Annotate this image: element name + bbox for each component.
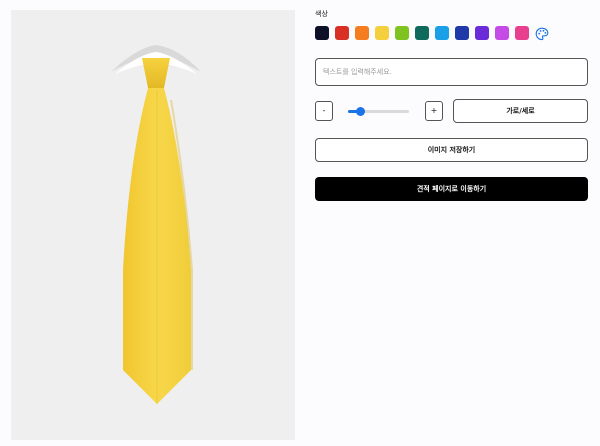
swatch-red[interactable] [335,26,349,40]
increase-button[interactable]: + [425,101,443,121]
swatch-sky[interactable] [435,26,449,40]
swatch-magenta[interactable] [495,26,509,40]
swatch-lime[interactable] [395,26,409,40]
slider-thumb[interactable] [356,107,366,116]
tie-preview [11,10,295,440]
tie-customizer: 색상 - [0,0,600,446]
size-slider[interactable] [348,107,409,116]
swatch-blue[interactable] [455,26,469,40]
decrease-button[interactable]: - [315,101,333,121]
tie-image [111,45,201,404]
estimate-page-button[interactable]: 견적 페이지로 이동하기 [315,177,588,201]
swatch-violet[interactable] [475,26,489,40]
save-image-button[interactable]: 이미지 저장하기 [315,138,588,162]
text-input[interactable] [315,58,588,86]
swatch-pink[interactable] [515,26,529,40]
swatch-yellow[interactable] [375,26,389,40]
swatch-orange[interactable] [355,26,369,40]
swatch-teal[interactable] [415,26,429,40]
orientation-button[interactable]: 가로/세로 [453,99,588,123]
color-label: 색상 [315,10,328,18]
palette-icon[interactable] [535,26,549,41]
swatch-navy[interactable] [315,26,329,40]
size-controls: - + 가로/세로 [315,99,588,123]
controls-panel: 색상 - [315,10,588,201]
color-swatches [315,25,588,41]
